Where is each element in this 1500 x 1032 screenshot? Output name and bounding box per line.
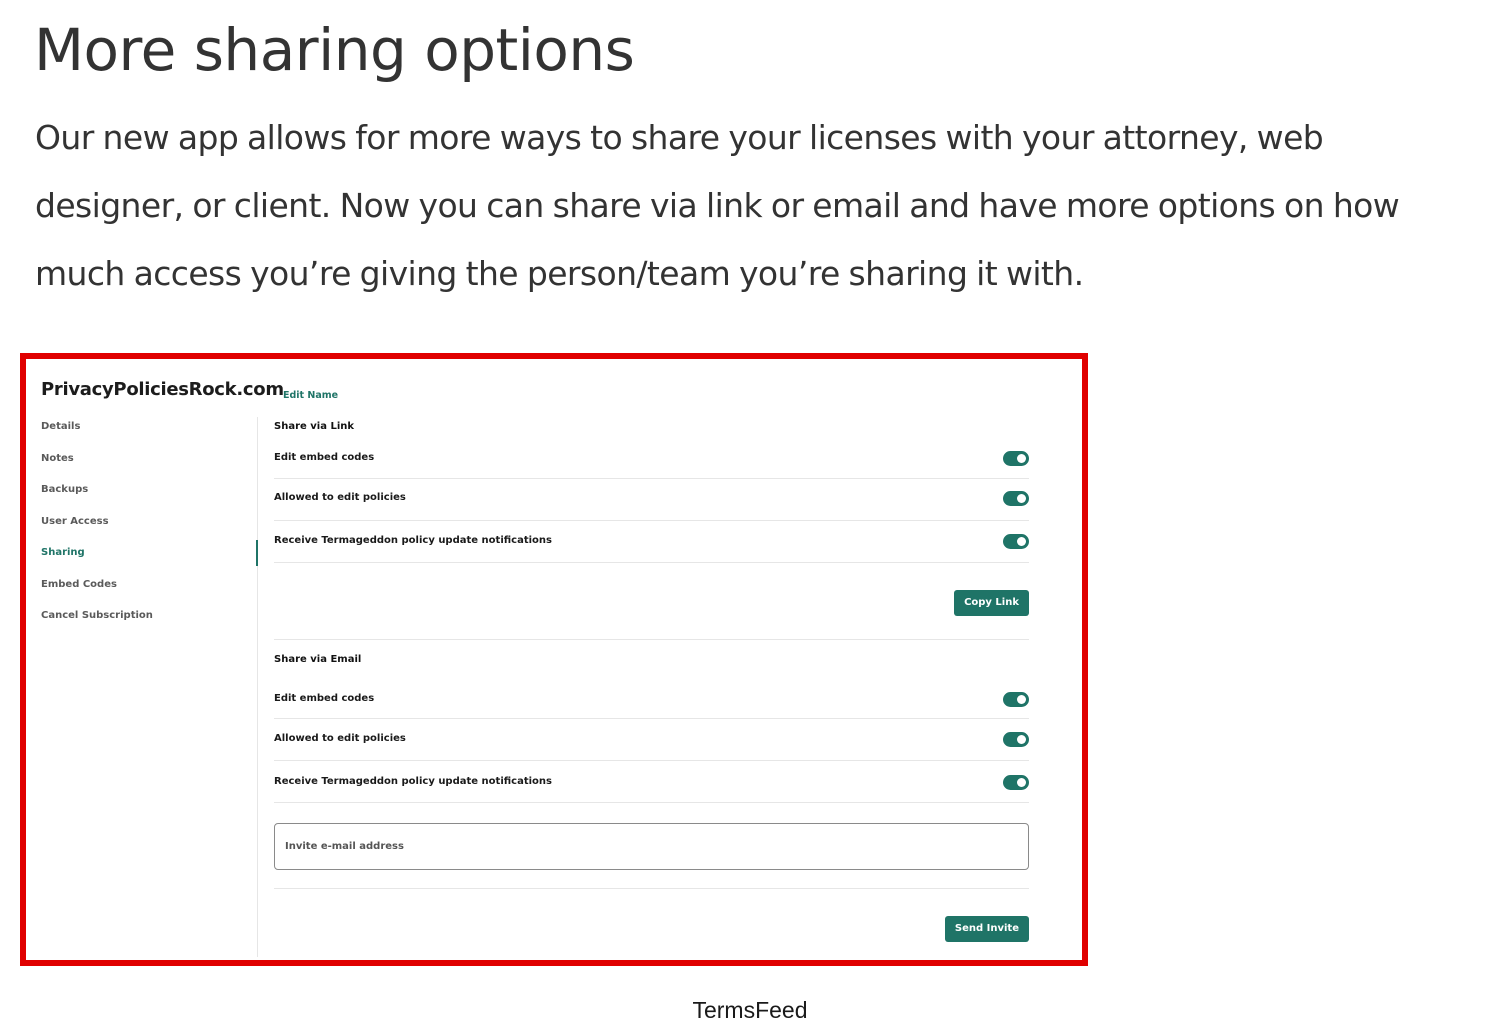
- article-heading: More sharing options: [34, 16, 635, 84]
- toggle-knob: [1017, 778, 1026, 787]
- sidebar-active-indicator: [256, 540, 258, 566]
- sidebar-item-details[interactable]: Details: [41, 421, 80, 432]
- site-title: PrivacyPoliciesRock.com: [41, 379, 284, 400]
- option-label: Edit embed codes: [274, 452, 375, 463]
- toggle-knob: [1017, 735, 1026, 744]
- toggle-knob: [1017, 695, 1026, 704]
- sidebar-item-notes[interactable]: Notes: [41, 453, 74, 464]
- toggle-knob: [1017, 494, 1026, 503]
- share-link-edit-policies-toggle[interactable]: [1003, 491, 1029, 506]
- section-divider: [274, 639, 1029, 640]
- image-caption: TermsFeed: [692, 997, 808, 1023]
- option-label: Allowed to edit policies: [274, 492, 406, 503]
- app-screenshot-content: PrivacyPoliciesRock.com Edit Name Detail…: [26, 359, 1082, 960]
- sidebar-item-embed-codes[interactable]: Embed Codes: [41, 579, 117, 590]
- invite-email-input[interactable]: [274, 823, 1029, 870]
- share-email-embed-codes-toggle[interactable]: [1003, 692, 1029, 707]
- option-label: Allowed to edit policies: [274, 733, 406, 744]
- share-email-row-embed-codes: Edit embed codes: [274, 677, 1029, 719]
- option-label: Receive Termageddon policy update notifi…: [274, 535, 552, 546]
- sidebar-item-cancel-subscription[interactable]: Cancel Subscription: [41, 610, 153, 621]
- share-link-notifications-toggle[interactable]: [1003, 534, 1029, 549]
- share-email-title: Share via Email: [274, 654, 362, 665]
- sidebar-item-sharing[interactable]: Sharing: [41, 547, 85, 558]
- share-link-row-notifications: Receive Termageddon policy update notifi…: [274, 521, 1029, 563]
- copy-link-button[interactable]: Copy Link: [954, 590, 1029, 616]
- toggle-knob: [1017, 454, 1026, 463]
- sidebar-item-backups[interactable]: Backups: [41, 484, 88, 495]
- sidebar-item-user-access[interactable]: User Access: [41, 516, 109, 527]
- section-divider: [274, 888, 1029, 889]
- share-link-title: Share via Link: [274, 421, 355, 432]
- app-screenshot: PrivacyPoliciesRock.com Edit Name Detail…: [20, 353, 1088, 966]
- send-invite-button[interactable]: Send Invite: [944, 916, 1029, 942]
- share-link-embed-codes-toggle[interactable]: [1003, 451, 1029, 466]
- share-email-row-notifications: Receive Termageddon policy update notifi…: [274, 761, 1029, 803]
- share-email-notifications-toggle[interactable]: [1003, 775, 1029, 790]
- share-link-row-embed-codes: Edit embed codes: [274, 437, 1029, 479]
- share-link-row-edit-policies: Allowed to edit policies: [274, 479, 1029, 521]
- option-label: Edit embed codes: [274, 693, 375, 704]
- article-intro: Our new app allows for more ways to shar…: [35, 118, 1400, 293]
- share-email-edit-policies-toggle[interactable]: [1003, 732, 1029, 747]
- sidebar-divider: [257, 417, 258, 957]
- toggle-knob: [1017, 537, 1026, 546]
- share-email-row-edit-policies: Allowed to edit policies: [274, 719, 1029, 761]
- sharing-panel: Share via Link Edit embed codes Allowed …: [274, 359, 1029, 960]
- option-label: Receive Termageddon policy update notifi…: [274, 776, 552, 787]
